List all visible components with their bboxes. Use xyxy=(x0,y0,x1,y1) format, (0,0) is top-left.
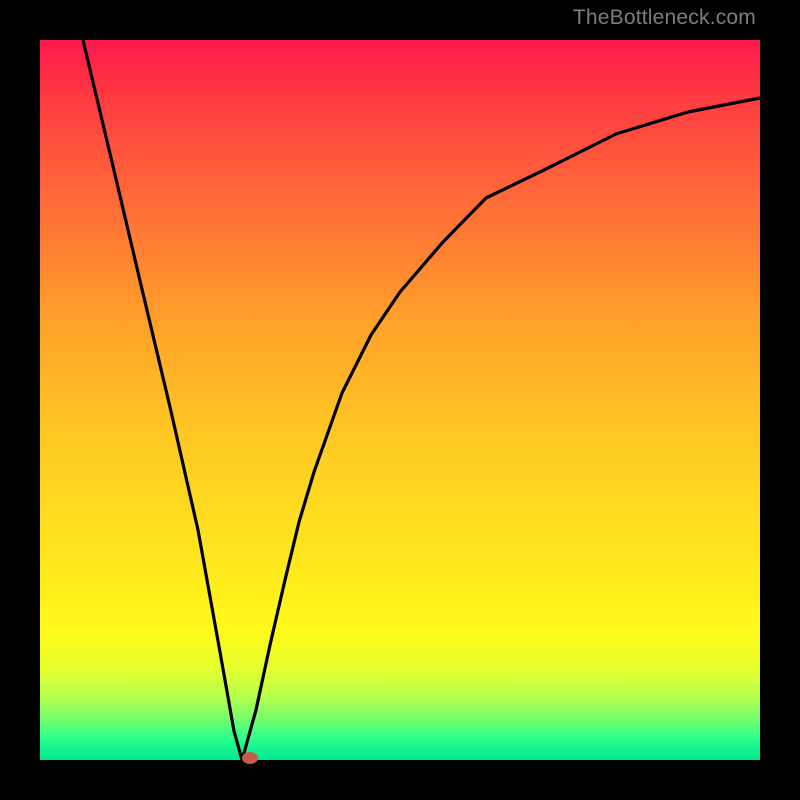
bottleneck-marker xyxy=(242,752,258,764)
plot-area xyxy=(40,40,760,760)
curve-svg xyxy=(40,40,760,760)
bottleneck-curve xyxy=(83,40,760,760)
watermark-text: TheBottleneck.com xyxy=(573,6,756,30)
chart-frame: TheBottleneck.com xyxy=(0,0,800,800)
